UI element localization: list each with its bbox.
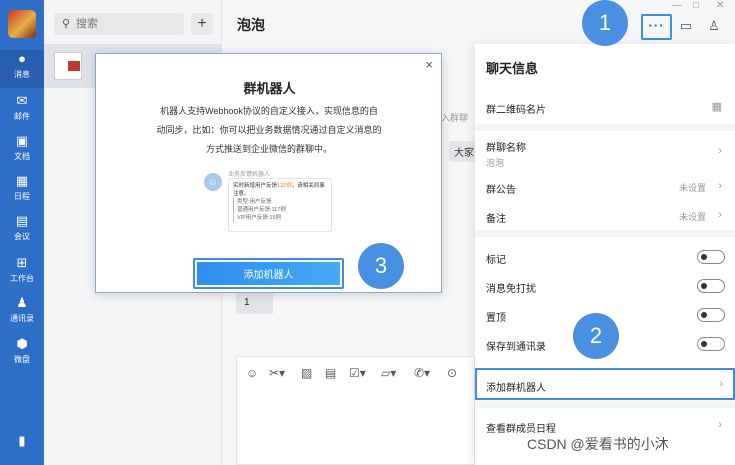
create-button[interactable]: +: [191, 13, 213, 35]
nav-item-mail[interactable]: ✉ 邮件: [0, 92, 44, 130]
add-group-robot-row[interactable]: 添加群机器人 ›: [475, 368, 735, 400]
user-avatar[interactable]: [8, 10, 36, 38]
step-badge-1: 1: [582, 0, 628, 46]
nav-item-meeting[interactable]: ▤ 会议: [0, 212, 44, 250]
contacts-icon: ♟: [16, 295, 28, 310]
mail-icon: ✉: [16, 93, 28, 108]
chat-info-panel: 聊天信息 群二维码名片 ▦ 群聊名称 泡泡 › 群公告 未设置 › 备注 未设置…: [475, 44, 735, 465]
chevron-right-icon: ›: [718, 180, 722, 192]
mute-row: 消息免打扰: [486, 284, 536, 295]
chevron-right-icon: ›: [718, 419, 722, 431]
video-call-icon[interactable]: ▭: [674, 15, 698, 37]
folder-icon[interactable]: ▱▾: [381, 366, 396, 380]
message-bubble-1: 1: [236, 292, 273, 314]
minimize-icon[interactable]: —: [672, 0, 682, 11]
divider: [475, 401, 735, 408]
mark-row: 标记: [486, 255, 506, 266]
nav-item-settings[interactable]: ▮: [0, 432, 44, 465]
phone-icon[interactable]: ✆▾: [414, 366, 430, 380]
add-robot-highlight: 添加机器人: [193, 258, 344, 289]
bar-chart-icon: ▮: [18, 433, 26, 448]
image-icon[interactable]: ▨: [301, 366, 312, 380]
file-icon[interactable]: ▤: [325, 366, 336, 380]
dialog-title: 群机器人: [243, 81, 296, 96]
meeting-icon: ▤: [15, 213, 29, 228]
nav-item-docs[interactable]: ▣ 文档: [0, 132, 44, 170]
preview-card: 实时新增用户反馈132例，请相关同事注意。 类型:用户反馈 普通用户反馈:117…: [228, 178, 332, 232]
watermark: CSDN @爱看书的小沐: [527, 436, 669, 452]
drive-icon: ⬢: [16, 336, 28, 351]
document-icon: ▣: [15, 133, 29, 148]
calendar-icon: ▦: [15, 173, 29, 188]
robot-avatar-icon: ☺: [204, 173, 222, 191]
add-member-icon[interactable]: ♙: [702, 15, 726, 37]
search-icon: ⚲: [62, 18, 71, 30]
panel-title: 聊天信息: [486, 61, 539, 76]
close-icon[interactable]: ×: [425, 57, 433, 72]
left-nav: ● 消息 ✉ 邮件 ▣ 文档 ▦ 日程 ▤ 会议 ⊞ 工作台 ♟ 通讯录 ⬢ 微…: [0, 0, 44, 465]
message-composer[interactable]: ☺ ✂▾ ▨ ▤ ☑▾ ▱▾ ✆▾ ⊙: [236, 356, 475, 465]
close-window-icon[interactable]: ✕: [716, 0, 724, 11]
conversation-avatar: [54, 52, 82, 80]
chevron-right-icon: ›: [719, 378, 723, 390]
search-input[interactable]: [76, 13, 176, 35]
nav-item-workbench[interactable]: ⊞ 工作台: [0, 254, 44, 292]
nav-item-drive[interactable]: ⬢ 微盘: [0, 335, 44, 373]
dialog-description: 机器人支持Webhook协议的自定义接入，实现信息的自动同步，比如：你可以把业务…: [156, 106, 382, 154]
more-tools-icon[interactable]: ⊙: [447, 366, 457, 380]
add-robot-button[interactable]: 添加机器人: [197, 262, 340, 285]
more-button[interactable]: ···: [641, 14, 672, 40]
nav-item-calendar[interactable]: ▦ 日程: [0, 172, 44, 210]
mark-toggle[interactable]: [697, 250, 725, 264]
chevron-right-icon: ›: [718, 145, 722, 157]
chevron-right-icon: ›: [718, 209, 722, 221]
group-name-row[interactable]: 群聊名称 泡泡 ›: [486, 139, 726, 169]
search-box[interactable]: ⚲: [54, 13, 184, 35]
remark-row[interactable]: 备注 未设置 ›: [486, 209, 726, 225]
nav-item-contacts[interactable]: ♟ 通讯录: [0, 294, 44, 332]
emoji-icon[interactable]: ☺: [246, 366, 258, 380]
checklist-icon[interactable]: ☑▾: [349, 366, 366, 380]
system-note: 入群聊: [441, 113, 469, 123]
step-badge-3: 3: [358, 243, 404, 289]
chat-title: 泡泡: [237, 17, 265, 33]
member-schedule-row[interactable]: 查看群成员日程 ›: [486, 419, 726, 435]
nav-item-messages[interactable]: ● 消息: [0, 50, 44, 88]
save-contacts-toggle[interactable]: [697, 337, 725, 351]
chat-bubble-icon: ●: [18, 51, 26, 66]
qr-code-icon: ▦: [711, 101, 722, 113]
scissors-icon[interactable]: ✂▾: [269, 366, 285, 380]
pin-toggle[interactable]: [697, 308, 725, 322]
divider: [475, 230, 735, 237]
workbench-icon: ⊞: [16, 255, 28, 270]
step-badge-2: 2: [573, 313, 619, 359]
divider: [475, 124, 735, 131]
mute-toggle[interactable]: [697, 279, 725, 293]
robot-preview: ☺ 业务反馈机器人 实时新增用户反馈132例，请相关同事注意。 类型:用户反馈 …: [204, 169, 336, 233]
qr-card-row[interactable]: 群二维码名片 ▦: [486, 101, 726, 116]
announcement-row[interactable]: 群公告 未设置 ›: [486, 180, 726, 196]
maximize-icon[interactable]: □: [693, 0, 699, 11]
